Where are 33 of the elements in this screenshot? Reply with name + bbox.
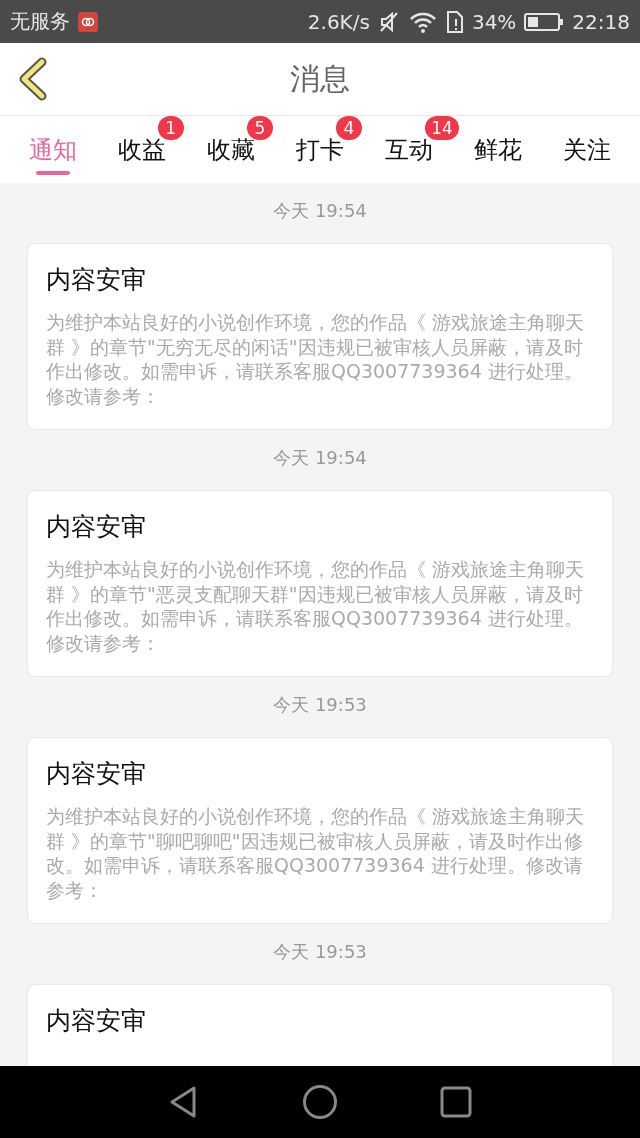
clock-time: 22:18 [572,9,630,34]
message-time: 今天 19:53 [273,940,367,964]
battery-percent: 34% [471,9,517,34]
battery-icon [524,11,565,32]
message-time: 今天 19:54 [273,199,367,223]
count-badge: 5 [246,116,273,140]
sim-icon [445,10,464,33]
message-body: 为维护本站良好的小说创作环境，您的作品《 游戏旅途主角聊天群 》的章节"聊吧聊吧"因违规已被审核人员屏蔽，请及时作出修改。如需申诉，请联系客服QQ3007739364 进行处理。修改请参考： [46,804,586,902]
count-badge: 14 [425,116,459,140]
message-title: 内容安审 [46,264,147,296]
message-title: 内容安审 [46,758,147,790]
message-card[interactable]: 内容安审 为维护本站良好的小说创作环境，您的作品《 游戏旅途主角聊天群 》的章节"聊吧聊吧"因违规已被审核人员屏蔽，请及时作出修改。如需申诉，请联系客服QQ3007739364 进行处理。修改请参考： [27,737,613,924]
message-card[interactable]: 内容安审 [27,984,613,1066]
tab[interactable]: 打卡 4 [275,116,365,183]
tab[interactable]: 关注 [542,116,632,183]
message-card[interactable]: 内容安审 为维护本站良好的小说创作环境，您的作品《 游戏旅途主角聊天群 》的章节"恶灵支配聊天群"因违规已被审核人员屏蔽，请及时作出修改。如需申诉，请联系客服QQ3007739364 进行处理。修改请参考： [27,490,613,677]
carrier-text: 无服务 [10,8,70,35]
recents-nav-button[interactable] [438,1084,474,1120]
message-body: 为维护本站良好的小说创作环境，您的作品《 游戏旅途主角聊天群 》的章节"无穷无尽的闲话"因违规已被审核人员屏蔽，请及时作出修改。如需申诉，请联系客服QQ3007739364 进行处理。修改请参考： [46,310,586,408]
cloud-icon [78,11,98,32]
message-title: 内容安审 [46,1005,147,1037]
message-time: 今天 19:53 [273,693,367,717]
message-title: 内容安审 [46,511,147,543]
message-time: 今天 19:54 [273,446,367,470]
mute-icon [377,10,400,33]
network-speed: 2.6K/s [307,9,370,34]
count-badge: 4 [336,116,362,140]
page-title: 消息 [290,59,350,98]
home-nav-button[interactable] [302,1084,338,1120]
message-body: 为维护本站良好的小说创作环境，您的作品《 游戏旅途主角聊天群 》的章节"恶灵支配聊天群"因违规已被审核人员屏蔽，请及时作出修改。如需申诉，请联系客服QQ3007739364 进行处理。修改请参考： [46,557,586,655]
tab[interactable]: 收益 1 [97,116,187,183]
tab[interactable]: 收藏 5 [186,116,276,183]
message-card[interactable]: 内容安审 为维护本站良好的小说创作环境，您的作品《 游戏旅途主角聊天群 》的章节"无穷无尽的闲话"因违规已被审核人员屏蔽，请及时作出修改。如需申诉，请联系客服QQ3007739364 进行处理。修改请参考： [27,243,613,430]
